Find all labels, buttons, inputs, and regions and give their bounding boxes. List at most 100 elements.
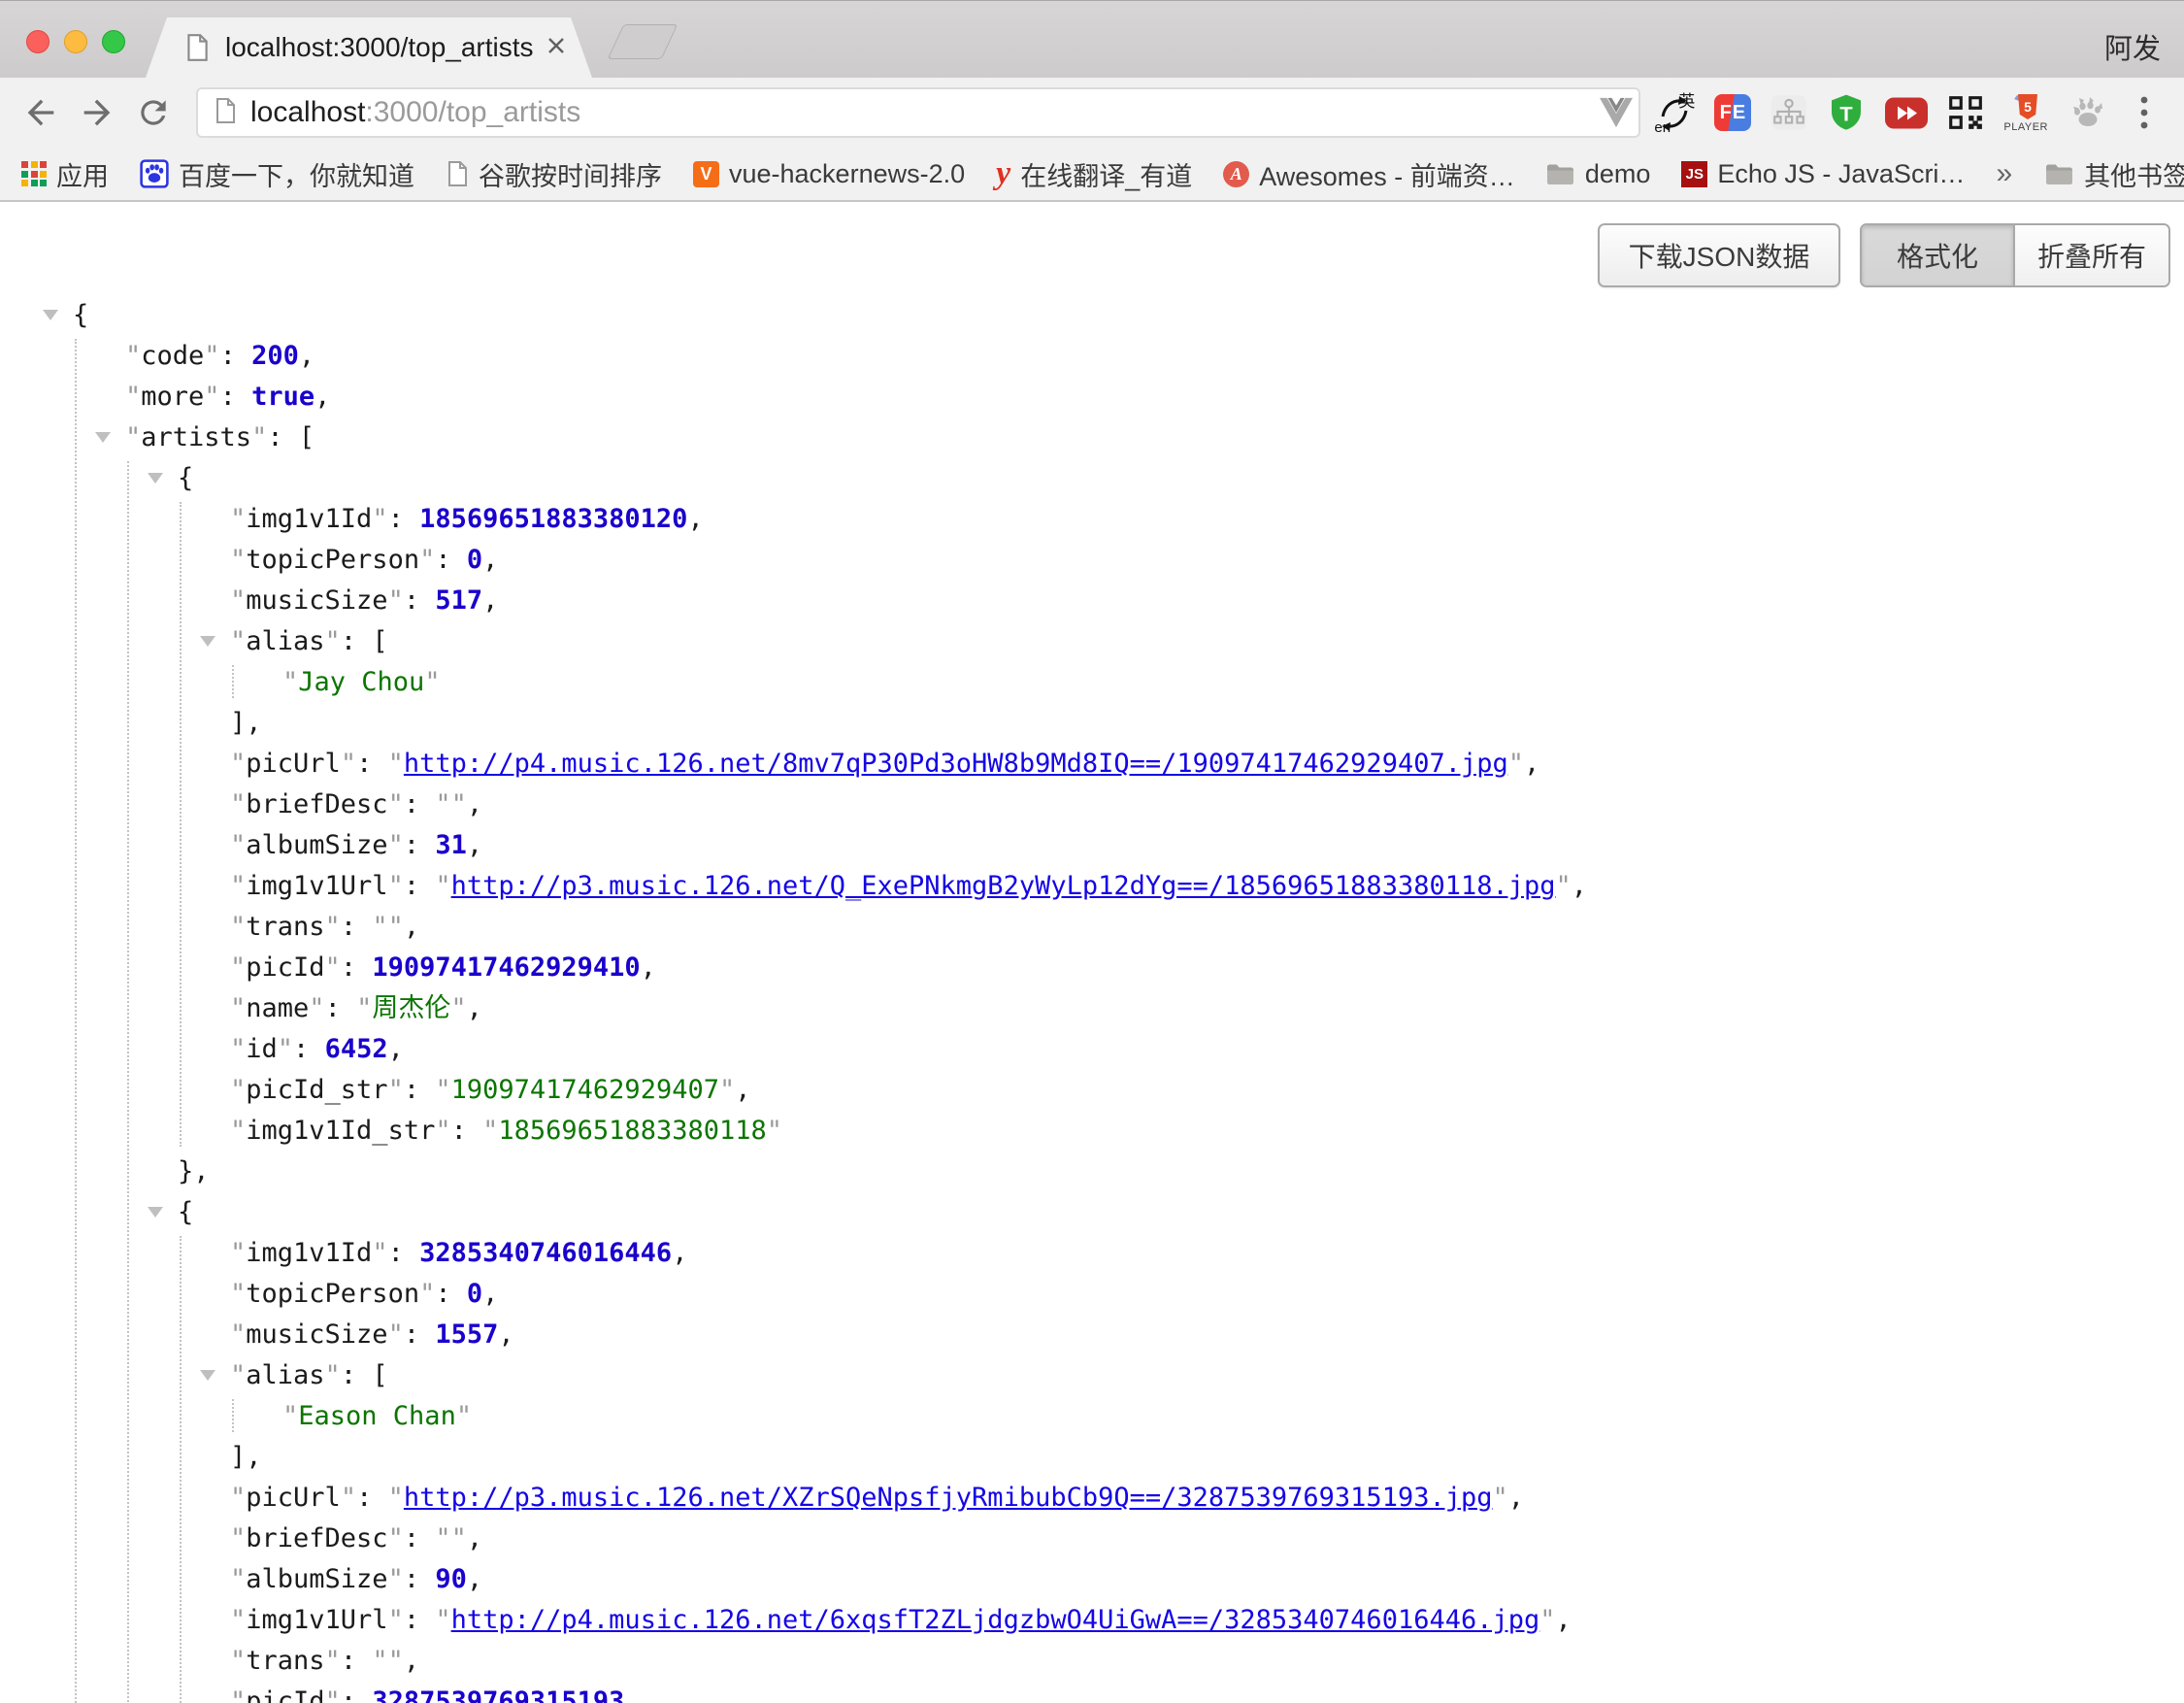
sitemap-extension-button[interactable] <box>1770 89 1807 136</box>
bookmark-apps[interactable]: 应用 <box>21 155 109 193</box>
fast-forward-icon <box>1885 97 1928 129</box>
other-bookmarks-button[interactable]: 其他书签 <box>2045 155 2184 193</box>
bookmarks-bar: 应用 百度一下，你就知道 谷歌按时间排序 V vue-hackernews-2.… <box>0 148 2184 202</box>
download-json-button[interactable]: 下载JSON数据 <box>1598 223 1840 287</box>
browser-tab[interactable]: localhost:3000/top_artists <box>146 17 592 78</box>
fe-extension-button[interactable]: FE <box>1714 89 1751 136</box>
json-line: "picId": 3287539769315193, <box>0 1682 2184 1703</box>
html5-icon: 5 <box>2013 93 2038 120</box>
svg-text:5: 5 <box>2024 99 2032 115</box>
collapse-toggle-icon[interactable] <box>200 636 215 647</box>
baidu-paw-icon <box>140 159 169 188</box>
bookmark-demo[interactable]: demo <box>1546 159 1651 189</box>
indent-guide <box>75 339 77 1703</box>
json-line: "topicPerson": 0, <box>0 540 2184 581</box>
url-host: localhost <box>250 96 365 129</box>
json-body: {"code": 200,"more": true,"artists": [{"… <box>0 295 2184 1703</box>
bookmark-youdao[interactable]: y 在线翻译_有道 <box>996 155 1192 193</box>
folder-icon <box>2045 162 2074 186</box>
json-line: "code": 200, <box>0 336 2184 377</box>
address-bar[interactable]: localhost:3000/top_artists <box>196 87 1640 138</box>
view-toggle-group: 格式化 折叠所有 <box>1860 223 2170 287</box>
indent-guide <box>232 1399 234 1432</box>
json-line: "albumSize": 90, <box>0 1559 2184 1600</box>
vue-orange-icon: V <box>693 161 719 187</box>
collapse-toggle-icon[interactable] <box>200 1370 215 1381</box>
tab-strip: localhost:3000/top_artists 阿发 <box>0 0 2184 78</box>
url-path: :3000/top_artists <box>365 96 580 129</box>
page-icon <box>214 97 237 129</box>
collapse-all-button[interactable]: 折叠所有 <box>2015 225 2168 285</box>
indent-guide <box>127 461 129 1703</box>
json-url-link[interactable]: http://p3.music.126.net/Q_ExePNkmgB2yWyL… <box>451 871 1556 901</box>
qr-code-icon <box>1947 94 1984 131</box>
tab-title: localhost:3000/top_artists <box>225 32 534 63</box>
back-button[interactable] <box>19 91 62 134</box>
json-line: "trans": "", <box>0 907 2184 948</box>
json-line: }, <box>0 1152 2184 1192</box>
json-line: "trans": "", <box>0 1641 2184 1682</box>
extensions-row: 英 en FE T <box>1598 78 2163 148</box>
json-line: "img1v1Url": "http://p3.music.126.net/Q_… <box>0 866 2184 907</box>
bookmark-baidu[interactable]: 百度一下，你就知道 <box>140 155 414 193</box>
new-tab-button[interactable] <box>608 24 678 59</box>
window-minimize-button[interactable] <box>64 30 87 53</box>
collapse-toggle-icon[interactable] <box>148 473 163 484</box>
json-url-link[interactable]: http://p4.music.126.net/8mv7qP30Pd3oHW8b… <box>404 749 1508 779</box>
folder-icon <box>1546 162 1575 186</box>
collapse-toggle-icon[interactable] <box>148 1207 163 1218</box>
page-icon <box>446 160 469 187</box>
json-line: { <box>0 1192 2184 1233</box>
json-line: "img1v1Id": 18569651883380120, <box>0 499 2184 540</box>
json-line: "briefDesc": "", <box>0 785 2184 825</box>
format-button[interactable]: 格式化 <box>1862 225 2015 285</box>
page-icon <box>184 33 210 62</box>
json-line: "img1v1Id": 3285340746016446, <box>0 1233 2184 1274</box>
bookmark-vue-hackernews[interactable]: V vue-hackernews-2.0 <box>693 159 965 189</box>
vue-devtools-extension-button[interactable] <box>1598 89 1635 136</box>
paw-extension-button[interactable] <box>2068 89 2106 136</box>
window-close-button[interactable] <box>26 30 50 53</box>
bookmarks-overflow-chevron[interactable]: » <box>1996 157 2012 190</box>
apps-grid-icon <box>21 161 47 186</box>
json-line: "picId_str": "19097417462929407", <box>0 1070 2184 1111</box>
json-line: "picId": 19097417462929410, <box>0 948 2184 988</box>
shield-icon: T <box>1827 92 1866 133</box>
json-line: "artists": [ <box>0 417 2184 458</box>
json-line: "name": "周杰伦", <box>0 988 2184 1029</box>
qrcode-extension-button[interactable] <box>1947 89 1984 136</box>
json-viewer: {"code": 200,"more": true,"artists": [{"… <box>0 295 2184 1703</box>
awesomes-icon: A <box>1223 161 1249 187</box>
video-download-extension-button[interactable] <box>1885 89 1928 136</box>
tampermonkey-extension-button[interactable]: T <box>1827 89 1866 136</box>
tab-close-icon[interactable] <box>546 35 567 61</box>
youdao-icon: y <box>996 155 1010 192</box>
bookmark-google-sort[interactable]: 谷歌按时间排序 <box>446 155 662 193</box>
bookmark-echojs[interactable]: JS Echo JS - JavaScri… <box>1681 159 1965 189</box>
indent-guide <box>232 665 234 698</box>
reload-button[interactable] <box>132 91 175 134</box>
vue-icon <box>1598 96 1635 129</box>
json-line: "img1v1Id_str": "18569651883380118" <box>0 1111 2184 1152</box>
json-line: "alias": [ <box>0 621 2184 662</box>
json-line: ], <box>0 1437 2184 1478</box>
json-line: "Eason Chan" <box>0 1396 2184 1437</box>
collapse-toggle-icon[interactable] <box>95 432 111 443</box>
window-zoom-button[interactable] <box>102 30 125 53</box>
sitemap-icon <box>1770 94 1807 131</box>
json-line: "alias": [ <box>0 1355 2184 1396</box>
json-url-link[interactable]: http://p3.music.126.net/XZrSQeNpsfjyRmib… <box>404 1483 1493 1513</box>
forward-button[interactable] <box>76 91 118 134</box>
echojs-icon: JS <box>1681 161 1707 187</box>
json-url-link[interactable]: http://p4.music.126.net/6xqsfT2ZLjdgzbwO… <box>451 1605 1540 1635</box>
translate-extension-button[interactable]: 英 en <box>1654 89 1695 136</box>
json-line: { <box>0 295 2184 336</box>
bookmark-awesomes[interactable]: A Awesomes - 前端资… <box>1223 155 1515 193</box>
json-line: "id": 6452, <box>0 1029 2184 1070</box>
collapse-toggle-icon[interactable] <box>43 310 58 320</box>
browser-window: localhost:3000/top_artists 阿发 localhost:… <box>0 0 2184 1703</box>
json-line: ], <box>0 703 2184 744</box>
translate-icon: 英 en <box>1654 91 1695 134</box>
browser-menu-button[interactable] <box>2126 89 2163 136</box>
html5-player-extension-button[interactable]: 5 PLAYER <box>2003 89 2048 136</box>
